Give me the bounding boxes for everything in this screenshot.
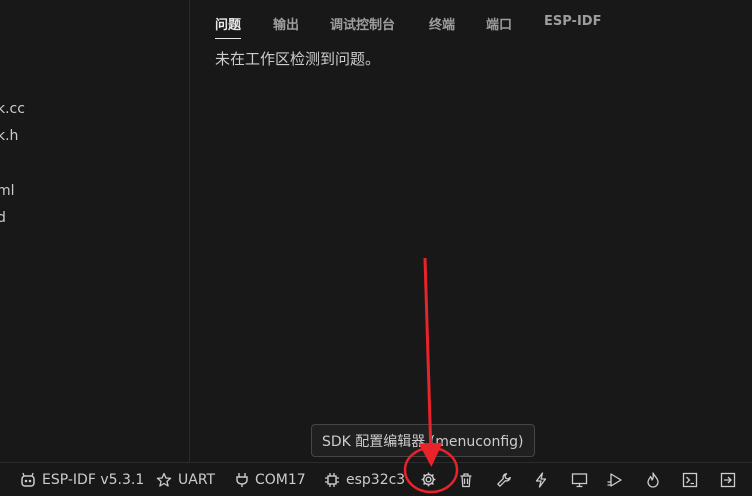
panel-tabs: 问题 输出 调试控制台 终端 端口 ESP-IDF	[190, 0, 752, 40]
plug-icon	[235, 472, 249, 488]
tab-problems[interactable]: 问题	[215, 14, 242, 39]
bottom-panel: 问题 输出 调试控制台 终端 端口 ESP-IDF 未在工作区检测到问题。	[190, 0, 752, 462]
tooltip-text: SDK 配置编辑器 (menuconfig)	[322, 433, 524, 450]
tab-terminal[interactable]: 终端	[429, 14, 455, 38]
file-item[interactable]: d	[0, 210, 6, 226]
file-item[interactable]: ml	[0, 183, 15, 199]
lightning-icon[interactable]	[529, 463, 553, 496]
port-button[interactable]: COM17	[235, 463, 306, 496]
monitor-icon[interactable]	[567, 463, 591, 496]
trash-icon[interactable]	[454, 463, 478, 496]
robot-icon	[20, 472, 36, 488]
target-label: esp32c3	[346, 471, 406, 488]
star-icon	[156, 472, 172, 488]
terminal-icon[interactable]	[678, 463, 702, 496]
tab-debug-console[interactable]: 调试控制台	[330, 14, 395, 38]
problems-empty-message: 未在工作区检测到问题。	[215, 50, 381, 68]
file-item[interactable]: k.cc	[0, 101, 25, 117]
target-button[interactable]: esp32c3	[324, 463, 405, 496]
menuconfig-tooltip: SDK 配置编辑器 (menuconfig)	[311, 424, 535, 457]
port-label: COM17	[255, 471, 306, 488]
chip-icon	[324, 472, 340, 488]
debug-icon[interactable]	[603, 463, 627, 496]
tab-output[interactable]: 输出	[273, 14, 299, 38]
gear-icon[interactable]	[416, 463, 440, 496]
tab-ports[interactable]: 端口	[486, 14, 512, 38]
flash-method-label: UART	[178, 471, 216, 488]
flame-icon[interactable]	[641, 463, 665, 496]
tab-esp-idf[interactable]: ESP-IDF	[544, 14, 601, 34]
flash-method-button[interactable]: UART	[156, 463, 215, 496]
status-bar: ESP-IDF v5.3.1 UART COM17 esp32c3	[0, 462, 752, 496]
explorer-sidebar: k.cc k.h ml d	[0, 0, 190, 462]
file-item[interactable]: k.h	[0, 128, 18, 144]
idf-version-label: ESP-IDF v5.3.1	[42, 471, 145, 488]
exit-icon[interactable]	[716, 463, 740, 496]
idf-version-button[interactable]: ESP-IDF v5.3.1	[20, 463, 144, 496]
wrench-icon[interactable]	[492, 463, 516, 496]
